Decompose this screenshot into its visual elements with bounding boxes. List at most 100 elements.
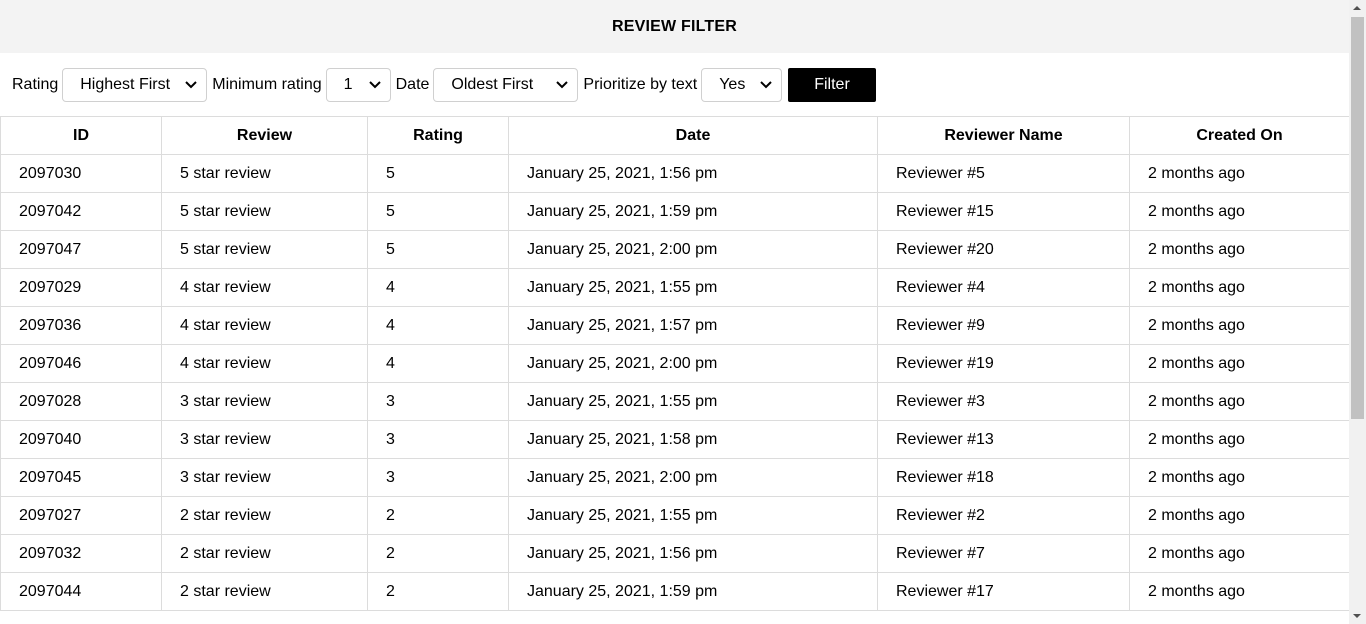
cell-created-on: 2 months ago (1129, 496, 1349, 535)
cell-created-on: 2 months ago (1129, 420, 1349, 459)
cell-created-on: 2 months ago (1129, 458, 1349, 497)
min-rating-label: Minimum rating (212, 75, 322, 93)
cell-review: 5 star review (161, 230, 368, 269)
cell-id: 2097030 (0, 154, 162, 193)
cell-date: January 25, 2021, 1:56 pm (508, 534, 878, 573)
partial-row (0, 610, 1349, 624)
table-row: 2097047 5 star review 5 January 25, 2021, 2… (0, 230, 1349, 269)
cell-date: January 25, 2021, 1:55 pm (508, 382, 878, 421)
cell-created-on: 2 months ago (1129, 230, 1349, 269)
cell-review: 2 star review (161, 496, 368, 535)
table-row: 2097042 5 star review 5 January 25, 2021, 1… (0, 192, 1349, 231)
cell-reviewer-name: Reviewer #20 (877, 230, 1130, 269)
cell-id: 2097028 (0, 382, 162, 421)
column-header-reviewer-name[interactable]: Reviewer Name (877, 116, 1130, 155)
table-row: 2097029 4 star review 4 January 25, 2021, 1… (0, 268, 1349, 307)
prioritize-select[interactable]: Yes (701, 67, 783, 102)
table-row: 2097027 2 star review 2 January 25, 2021, 1… (0, 496, 1349, 535)
cell-id: 2097046 (0, 344, 162, 383)
cell-review: 3 star review (161, 458, 368, 497)
rating-select-value: Highest First (80, 75, 171, 93)
cell-rating: 4 (367, 344, 509, 383)
cell-rating: 5 (367, 230, 509, 269)
cell-reviewer-name: Reviewer #5 (877, 154, 1130, 193)
cell-review: 4 star review (161, 268, 368, 307)
table-row: 2097044 2 star review 2 January 25, 2021, 1… (0, 572, 1349, 611)
cell-id: 2097045 (0, 458, 162, 497)
cell-id: 2097042 (0, 192, 162, 231)
cell-reviewer-name: Reviewer #7 (877, 534, 1130, 573)
page-title: REVIEW FILTER (612, 17, 737, 35)
cell-created-on: 2 months ago (1129, 572, 1349, 611)
table-row: 2097045 3 star review 3 January 25, 2021, 2… (0, 458, 1349, 497)
cell-date: January 25, 2021, 1:59 pm (508, 192, 878, 231)
filter-bar: Rating Highest First Minimum rating 1 Da… (0, 53, 1349, 116)
prioritize-select-value: Yes (719, 75, 746, 93)
cell-date: January 25, 2021, 2:00 pm (508, 344, 878, 383)
cell-id: 2097029 (0, 268, 162, 307)
cell-rating: 3 (367, 420, 509, 459)
chevron-down-icon (556, 80, 569, 88)
date-label: Date (395, 75, 430, 93)
reviews-table: ID Review Rating Date Reviewer Name Crea… (0, 116, 1349, 611)
cell-id: 2097047 (0, 230, 162, 269)
min-rating-select[interactable]: 1 (325, 67, 391, 102)
cell-review: 2 star review (161, 534, 368, 573)
scroll-up-arrow-icon[interactable] (1353, 6, 1361, 10)
cell-review: 3 star review (161, 382, 368, 421)
cell-rating: 5 (367, 192, 509, 231)
cell-id: 2097027 (0, 496, 162, 535)
table-body: 2097030 5 star review 5 January 25, 2021, 1… (0, 154, 1349, 611)
column-header-id[interactable]: ID (0, 116, 162, 155)
cell-review: 5 star review (161, 192, 368, 231)
column-header-date[interactable]: Date (508, 116, 878, 155)
scrollbar-thumb[interactable] (1351, 17, 1364, 419)
cell-date: January 25, 2021, 1:58 pm (508, 420, 878, 459)
table-row: 2097032 2 star review 2 January 25, 2021, 1… (0, 534, 1349, 573)
date-select-value: Oldest First (451, 75, 534, 93)
table-row: 2097040 3 star review 3 January 25, 2021, 1… (0, 420, 1349, 459)
column-header-rating[interactable]: Rating (367, 116, 509, 155)
cell-rating: 5 (367, 154, 509, 193)
review-filter-page: REVIEW FILTER Rating Highest First Minim… (0, 0, 1349, 624)
cell-created-on: 2 months ago (1129, 154, 1349, 193)
table-header-row: ID Review Rating Date Reviewer Name Crea… (0, 116, 1349, 155)
table-row: 2097036 4 star review 4 January 25, 2021, 1… (0, 306, 1349, 345)
cell-date: January 25, 2021, 1:59 pm (508, 572, 878, 611)
column-header-created-on[interactable]: Created On (1129, 116, 1349, 155)
cell-date: January 25, 2021, 1:55 pm (508, 268, 878, 307)
cell-rating: 2 (367, 496, 509, 535)
scroll-down-arrow-icon[interactable] (1353, 614, 1361, 618)
cell-id: 2097032 (0, 534, 162, 573)
cell-review: 4 star review (161, 344, 368, 383)
cell-created-on: 2 months ago (1129, 382, 1349, 421)
page-header: REVIEW FILTER (0, 0, 1349, 53)
cell-rating: 2 (367, 572, 509, 611)
rating-label: Rating (12, 75, 59, 93)
min-rating-select-value: 1 (343, 75, 353, 93)
rating-select[interactable]: Highest First (62, 67, 208, 102)
cell-reviewer-name: Reviewer #19 (877, 344, 1130, 383)
cell-reviewer-name: Reviewer #18 (877, 458, 1130, 497)
cell-rating: 3 (367, 382, 509, 421)
cell-date: January 25, 2021, 2:00 pm (508, 458, 878, 497)
cell-created-on: 2 months ago (1129, 306, 1349, 345)
cell-reviewer-name: Reviewer #4 (877, 268, 1130, 307)
cell-rating: 3 (367, 458, 509, 497)
cell-reviewer-name: Reviewer #17 (877, 572, 1130, 611)
table-row: 2097028 3 star review 3 January 25, 2021, 1… (0, 382, 1349, 421)
filter-button[interactable]: Filter (788, 67, 876, 102)
cell-rating: 4 (367, 268, 509, 307)
cell-review: 4 star review (161, 306, 368, 345)
cell-date: January 25, 2021, 1:56 pm (508, 154, 878, 193)
column-header-review[interactable]: Review (161, 116, 368, 155)
cell-reviewer-name: Reviewer #3 (877, 382, 1130, 421)
cell-review: 2 star review (161, 572, 368, 611)
date-select[interactable]: Oldest First (433, 67, 579, 102)
cell-rating: 4 (367, 306, 509, 345)
cell-reviewer-name: Reviewer #9 (877, 306, 1130, 345)
cell-rating: 2 (367, 534, 509, 573)
vertical-scrollbar[interactable] (1349, 0, 1366, 624)
cell-id: 2097044 (0, 572, 162, 611)
cell-date: January 25, 2021, 2:00 pm (508, 230, 878, 269)
